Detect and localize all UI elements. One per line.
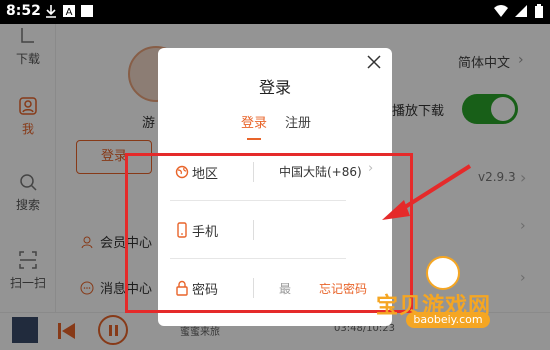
download-icon [46,5,56,18]
dialog-tabs: 登录 注册 [158,112,392,142]
svg-text:A: A [66,7,73,18]
square-notification-icon [81,5,93,17]
annotation-arrow-icon [382,164,472,220]
close-icon[interactable] [366,54,382,70]
watermark-url: baobeiy.com [406,312,490,328]
annotation-highlight-box [125,153,413,313]
status-bar: 8:52 A [0,0,550,24]
watermark-mascot-icon [426,256,460,290]
status-time: 8:52 [6,3,41,19]
signal-icon [515,5,527,17]
battery-icon [535,4,543,18]
tab-login[interactable]: 登录 [241,112,267,140]
app-notification-icon: A [63,5,75,18]
wifi-icon [494,5,508,17]
dialog-title: 登录 [258,78,291,97]
tab-register[interactable]: 注册 [285,112,311,140]
